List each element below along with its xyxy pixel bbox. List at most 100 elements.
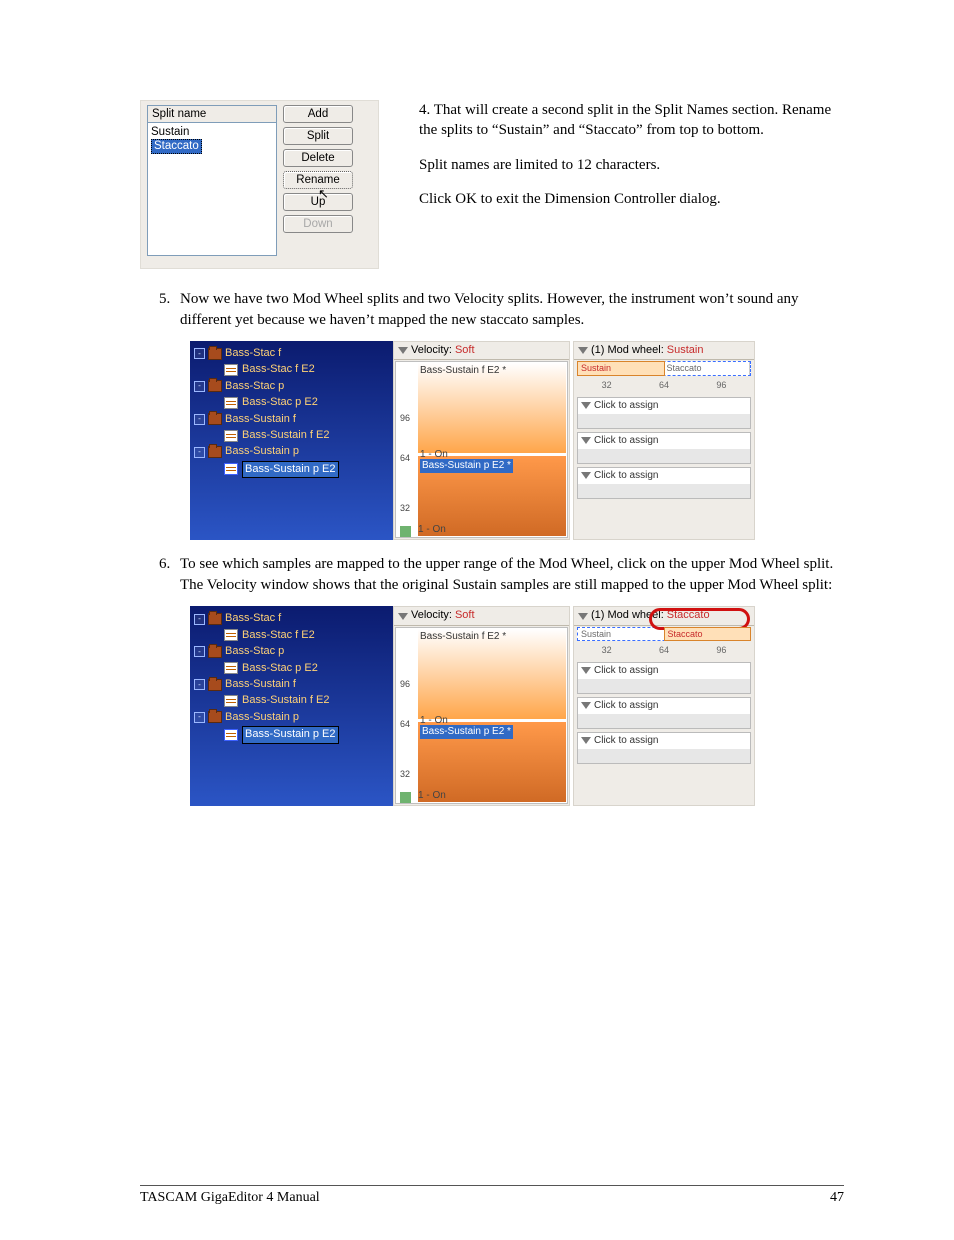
tree-expand-icon[interactable]: -: [194, 679, 205, 690]
split-name-list[interactable]: Sustain Staccato: [147, 123, 277, 256]
split-names-panel: Split name Sustain Staccato Add Split De…: [140, 100, 379, 269]
velocity-zone-label-upper: Bass-Sustain f E2 *: [420, 364, 506, 378]
modwheel-title: (1) Mod wheel:: [591, 608, 664, 623]
assign-label: Click to assign: [594, 734, 658, 748]
dropdown-icon[interactable]: [578, 347, 588, 354]
tree-label[interactable]: Bass-Sustain p: [225, 710, 299, 725]
split-staccato[interactable]: Staccato: [664, 627, 752, 642]
page-number: 47: [830, 1190, 844, 1206]
assign-label: Click to assign: [594, 469, 658, 483]
tree-child[interactable]: Bass-Stac f E2: [242, 362, 315, 377]
modwheel-header[interactable]: (1) Mod wheel: Staccato: [574, 607, 754, 625]
velocity-bottom-label: 1 - On: [418, 523, 446, 537]
dropdown-icon[interactable]: [581, 472, 591, 479]
step4-text-a: 4. That will create a second split in th…: [419, 100, 844, 141]
tree-label[interactable]: Bass-Stac f: [225, 346, 281, 361]
dropdown-icon[interactable]: [398, 347, 408, 354]
dropdown-icon[interactable]: [581, 702, 591, 709]
tree-label[interactable]: Bass-Stac p: [225, 379, 284, 394]
step4-text-b: Split names are limited to 12 characters…: [419, 155, 844, 175]
ruler-96: 96: [693, 644, 750, 657]
tree-expand-icon[interactable]: -: [194, 712, 205, 723]
assign-label: Click to assign: [594, 664, 658, 678]
controller-slot[interactable]: Click to assign: [577, 697, 751, 729]
velocity-zone-label-lower: Bass-Sustain p E2 *: [420, 459, 513, 473]
add-button[interactable]: Add: [283, 105, 353, 123]
tree-child[interactable]: Bass-Sustain f E2: [242, 428, 329, 443]
folder-icon: [208, 413, 222, 425]
controller-slot[interactable]: Click to assign: [577, 732, 751, 764]
tree-expand-icon[interactable]: -: [194, 348, 205, 359]
modwheel-mode: Sustain: [667, 343, 704, 358]
split-button[interactable]: Split: [283, 127, 353, 145]
split-staccato[interactable]: Staccato: [664, 362, 751, 375]
tree-expand-icon[interactable]: -: [194, 614, 205, 625]
split-item-staccato[interactable]: Staccato: [151, 139, 202, 154]
tree-child-selected[interactable]: Bass-Sustain p E2: [242, 726, 339, 743]
dropdown-icon[interactable]: [398, 613, 408, 620]
dropdown-icon[interactable]: [581, 737, 591, 744]
tree-expand-icon[interactable]: -: [194, 646, 205, 657]
footer-title: TASCAM GigaEditor 4 Manual: [140, 1190, 320, 1206]
controller-slot[interactable]: Click to assign: [577, 397, 751, 429]
assign-label: Click to assign: [594, 699, 658, 713]
dropdown-icon[interactable]: [581, 402, 591, 409]
dropdown-icon[interactable]: [581, 667, 591, 674]
tree-label[interactable]: Bass-Sustain f: [225, 412, 296, 427]
rename-button[interactable]: Rename ↖: [283, 171, 353, 189]
tree-expand-icon[interactable]: -: [194, 414, 205, 425]
tree-label[interactable]: Bass-Stac p: [225, 644, 284, 659]
tree-child[interactable]: Bass-Stac p E2: [242, 661, 318, 676]
ruler-64: 64: [635, 379, 692, 392]
ruler-96: 96: [693, 379, 750, 392]
vel-tick-64: 64: [400, 452, 410, 465]
tree-child[interactable]: Bass-Stac f E2: [242, 628, 315, 643]
controller-slot[interactable]: Click to assign: [577, 467, 751, 499]
modwheel-ruler[interactable]: Sustain Staccato: [577, 627, 751, 642]
split-sustain[interactable]: Sustain: [578, 628, 665, 641]
sample-tree: - Bass-Stac f Bass-Stac f E2 - Bass-Stac p…: [190, 341, 393, 540]
velocity-pane: Velocity: Soft Bass-Sustain f E2 * 1 - O…: [393, 606, 570, 805]
tree-expand-icon[interactable]: -: [194, 447, 205, 458]
vel-tick-32: 32: [400, 502, 410, 515]
velocity-title: Velocity:: [411, 343, 452, 358]
ruler-32: 32: [578, 644, 635, 657]
velocity-header[interactable]: Velocity: Soft: [394, 342, 569, 360]
controller-slot[interactable]: Click to assign: [577, 432, 751, 464]
green-marker-icon: [400, 526, 411, 537]
velocity-bottom-label: 1 - On: [418, 789, 446, 803]
folder-icon: [208, 446, 222, 458]
tree-child[interactable]: Bass-Sustain f E2: [242, 693, 329, 708]
tree-child-selected[interactable]: Bass-Sustain p E2: [242, 461, 339, 478]
modwheel-ruler[interactable]: Sustain Staccato: [577, 361, 751, 376]
tree-label[interactable]: Bass-Stac f: [225, 611, 281, 626]
split-item-sustain[interactable]: Sustain: [151, 125, 273, 139]
tree-child[interactable]: Bass-Stac p E2: [242, 395, 318, 410]
rename-button-label: Rename: [296, 174, 339, 186]
folder-icon: [208, 679, 222, 691]
green-marker-icon: [400, 792, 411, 803]
delete-button[interactable]: Delete: [283, 149, 353, 167]
vel-tick-64: 64: [400, 718, 410, 731]
modwheel-header[interactable]: (1) Mod wheel: Sustain: [574, 342, 754, 360]
wave-icon: [224, 364, 238, 376]
tree-label[interactable]: Bass-Sustain p: [225, 444, 299, 459]
dropdown-icon[interactable]: [581, 437, 591, 444]
split-name-header: Split name: [147, 105, 277, 123]
step5: Now we have two Mod Wheel splits and two…: [174, 289, 844, 540]
controller-slot[interactable]: Click to assign: [577, 662, 751, 694]
cursor-icon: ↖: [318, 186, 329, 202]
tree-label[interactable]: Bass-Sustain f: [225, 677, 296, 692]
velocity-header[interactable]: Velocity: Soft: [394, 607, 569, 625]
velocity-zone-label-upper: Bass-Sustain f E2 *: [420, 630, 506, 644]
tree-expand-icon[interactable]: -: [194, 381, 205, 392]
folder-icon: [208, 711, 222, 723]
ruler-32: 32: [578, 379, 635, 392]
modwheel-pane-1: (1) Mod wheel: Sustain Sustain Staccato …: [573, 341, 755, 540]
wave-icon: [224, 397, 238, 409]
velocity-title: Velocity:: [411, 608, 452, 623]
split-sustain[interactable]: Sustain: [577, 361, 665, 376]
dropdown-icon[interactable]: [578, 613, 588, 620]
modwheel-mode: Staccato: [667, 608, 710, 623]
wave-icon: [224, 695, 238, 707]
